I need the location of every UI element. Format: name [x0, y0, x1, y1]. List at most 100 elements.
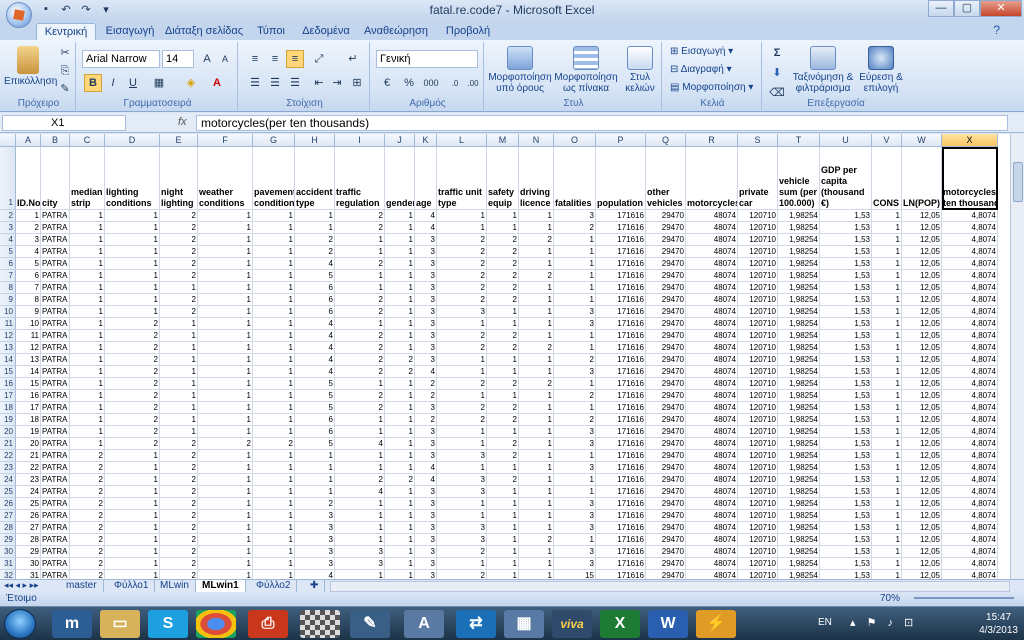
table-cell[interactable]: 12,05 — [902, 354, 942, 366]
table-cell[interactable]: 29470 — [646, 354, 686, 366]
table-cell[interactable]: 1 — [554, 270, 596, 282]
table-cell[interactable]: 1 — [105, 510, 160, 522]
table-cell[interactable]: 12,05 — [902, 534, 942, 546]
table-cell[interactable]: 3 — [554, 522, 596, 534]
table-cell[interactable]: 1,53 — [820, 342, 872, 354]
row-header[interactable]: 21 — [0, 438, 16, 450]
table-cell[interactable]: 120710 — [738, 546, 778, 558]
table-cell[interactable]: 48074 — [686, 282, 738, 294]
table-cell[interactable]: 3 — [415, 450, 437, 462]
table-cell[interactable]: 1,53 — [820, 318, 872, 330]
table-cell[interactable]: 1,98254 — [778, 234, 820, 246]
table-cell[interactable]: 1 — [253, 246, 295, 258]
table-cell[interactable]: 1 — [70, 258, 105, 270]
table-cell[interactable]: 29470 — [646, 270, 686, 282]
table-cell[interactable]: 2 — [335, 210, 385, 222]
table-cell[interactable]: 171616 — [596, 306, 646, 318]
table-cell[interactable]: 1 — [295, 222, 335, 234]
table-cell[interactable]: 4 — [16, 246, 41, 258]
table-cell[interactable]: 48074 — [686, 558, 738, 570]
table-cell[interactable]: 4,8074 — [942, 294, 998, 306]
table-cell[interactable]: PATRA — [41, 378, 70, 390]
table-cell[interactable]: 29470 — [646, 522, 686, 534]
office-button[interactable] — [6, 2, 32, 28]
table-cell[interactable]: 1 — [872, 330, 902, 342]
table-cell[interactable]: 12,05 — [902, 450, 942, 462]
table-cell[interactable]: 1 — [70, 342, 105, 354]
table-cell[interactable]: 1 — [70, 414, 105, 426]
table-cell[interactable]: 1 — [70, 330, 105, 342]
table-cell[interactable]: 1 — [519, 462, 554, 474]
table-cell[interactable]: 1,53 — [820, 234, 872, 246]
table-cell[interactable]: 48074 — [686, 414, 738, 426]
table-cell[interactable]: 1 — [385, 318, 415, 330]
table-cell[interactable]: 1 — [160, 414, 198, 426]
table-cell[interactable]: 1 — [872, 534, 902, 546]
table-cell[interactable]: 12,05 — [902, 570, 942, 579]
table-cell[interactable]: 1 — [253, 294, 295, 306]
table-cell[interactable]: 1 — [105, 522, 160, 534]
table-cell[interactable]: 1 — [487, 318, 519, 330]
table-cell[interactable]: 1 — [487, 534, 519, 546]
table-cell[interactable]: 12,05 — [902, 282, 942, 294]
table-cell[interactable]: 1 — [872, 258, 902, 270]
table-cell[interactable]: 171616 — [596, 282, 646, 294]
table-cell[interactable]: PATRA — [41, 474, 70, 486]
table-cell[interactable]: 4,8074 — [942, 498, 998, 510]
autosum-icon[interactable]: Σ — [768, 44, 786, 62]
table-cell[interactable]: 1 — [872, 366, 902, 378]
row-header[interactable]: 25 — [0, 486, 16, 498]
header-cell[interactable]: driving licence — [519, 147, 554, 210]
table-cell[interactable]: 4,8074 — [942, 474, 998, 486]
table-cell[interactable]: 1,53 — [820, 294, 872, 306]
table-cell[interactable]: 171616 — [596, 222, 646, 234]
table-cell[interactable]: 1 — [872, 378, 902, 390]
table-cell[interactable]: 2 — [160, 534, 198, 546]
table-cell[interactable]: 2 — [105, 390, 160, 402]
table-cell[interactable]: 2 — [487, 258, 519, 270]
table-cell[interactable]: 2 — [70, 534, 105, 546]
table-cell[interactable]: 120710 — [738, 438, 778, 450]
table-cell[interactable]: PATRA — [41, 222, 70, 234]
table-cell[interactable]: 1 — [198, 342, 253, 354]
table-cell[interactable]: 120710 — [738, 306, 778, 318]
table-cell[interactable]: PATRA — [41, 282, 70, 294]
table-cell[interactable]: 1 — [437, 354, 487, 366]
table-cell[interactable]: 4 — [335, 486, 385, 498]
table-cell[interactable]: 1 — [487, 546, 519, 558]
table-cell[interactable]: 12,05 — [902, 402, 942, 414]
table-cell[interactable]: 1 — [198, 270, 253, 282]
table-cell[interactable]: 2 — [70, 450, 105, 462]
row-header[interactable]: 17 — [0, 390, 16, 402]
table-cell[interactable]: 2 — [335, 330, 385, 342]
table-cell[interactable]: 5 — [295, 378, 335, 390]
table-cell[interactable]: 48074 — [686, 234, 738, 246]
table-cell[interactable]: 2 — [437, 234, 487, 246]
table-cell[interactable]: 11 — [16, 330, 41, 342]
vertical-scrollbar[interactable] — [1010, 134, 1024, 579]
table-cell[interactable]: 2 — [160, 258, 198, 270]
table-cell[interactable]: 13 — [16, 354, 41, 366]
table-cell[interactable]: 12,05 — [902, 366, 942, 378]
table-cell[interactable]: 48074 — [686, 462, 738, 474]
table-cell[interactable]: 171616 — [596, 426, 646, 438]
table-cell[interactable]: 171616 — [596, 390, 646, 402]
table-cell[interactable]: 48074 — [686, 354, 738, 366]
column-header-m[interactable]: M — [487, 134, 519, 147]
table-cell[interactable]: 48074 — [686, 402, 738, 414]
merge-center-icon[interactable]: ⊞ — [348, 74, 366, 92]
table-cell[interactable]: 1 — [70, 354, 105, 366]
header-cell[interactable]: city — [41, 147, 70, 210]
table-cell[interactable]: 2 — [160, 222, 198, 234]
table-cell[interactable]: 4 — [295, 318, 335, 330]
table-cell[interactable]: 1 — [872, 498, 902, 510]
table-cell[interactable]: 3 — [554, 558, 596, 570]
table-cell[interactable]: PATRA — [41, 486, 70, 498]
table-cell[interactable]: 1 — [160, 330, 198, 342]
table-cell[interactable]: 1 — [519, 522, 554, 534]
table-cell[interactable]: 20 — [16, 438, 41, 450]
calculator-icon[interactable]: ▦ — [504, 610, 544, 638]
table-cell[interactable]: 2 — [105, 342, 160, 354]
table-cell[interactable]: 1 — [253, 534, 295, 546]
table-cell[interactable]: 1 — [872, 558, 902, 570]
